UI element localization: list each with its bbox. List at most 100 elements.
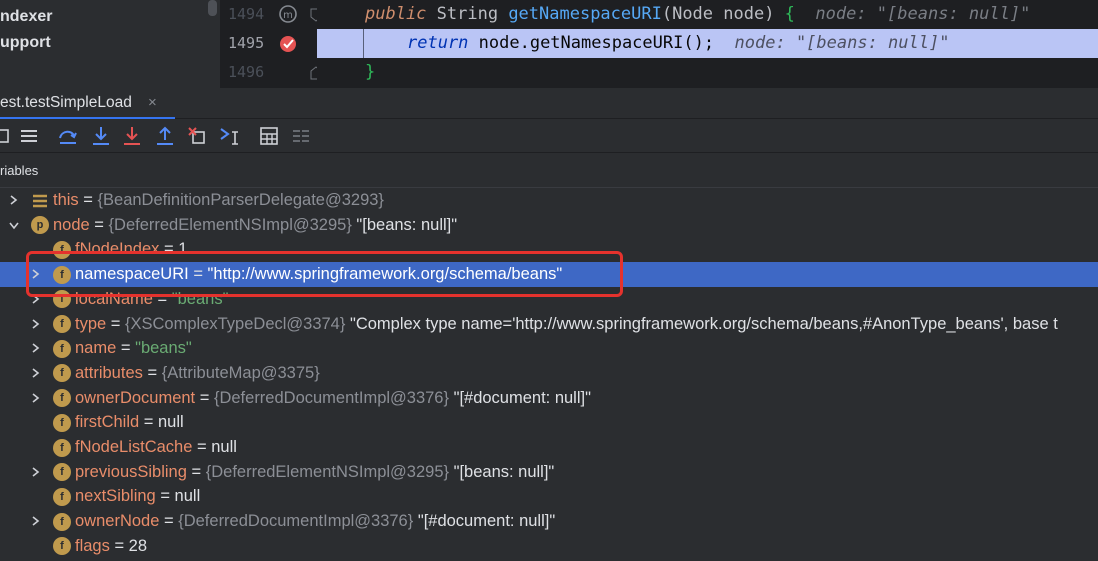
step-over-icon[interactable] xyxy=(56,124,80,148)
code-editor: ndexer upport 1494 1495 1496 m public St… xyxy=(0,0,1098,88)
variable-text: previousSibling = {DeferredElementNSImpl… xyxy=(75,460,554,485)
variable-name: ownerDocument xyxy=(75,388,196,407)
variable-value: "[beans: null]" xyxy=(449,462,555,481)
chevron-right-icon[interactable] xyxy=(30,386,42,410)
debug-tab-bar: est.testSimpleLoad × xyxy=(0,88,1098,120)
equals: = xyxy=(139,413,158,432)
project-tree: ndexer upport xyxy=(0,0,220,88)
line-number: 1495 xyxy=(228,34,265,52)
variables-title: riables xyxy=(0,163,39,178)
project-item[interactable]: ndexer xyxy=(0,8,52,26)
method-breakpoint-icon[interactable]: m xyxy=(278,4,298,24)
variable-row-nextsibling[interactable]: f nextSibling = null xyxy=(0,484,1098,509)
chevron-down-icon[interactable] xyxy=(8,213,20,237)
variable-text: fNodeIndex = 1 xyxy=(75,237,187,262)
variable-value: "beans" xyxy=(171,289,229,308)
variable-row-type[interactable]: f type = {XSComplexTypeDecl@3374} "Compl… xyxy=(0,312,1098,337)
line-number: 1496 xyxy=(228,63,265,81)
variable-row-flags[interactable]: f flags = 28 xyxy=(0,534,1098,559)
field-icon: f xyxy=(53,487,71,506)
chevron-right-icon[interactable] xyxy=(30,262,42,286)
current-execution-line[interactable]: return node.getNamespaceURI(); node: "[b… xyxy=(317,29,1098,58)
chevron-right-icon[interactable] xyxy=(8,188,20,212)
code-line[interactable]: public String getNamespaceURI(Node node)… xyxy=(317,0,1098,29)
variable-row-firstchild[interactable]: f firstChild = null xyxy=(0,410,1098,435)
trace-stream-icon[interactable] xyxy=(289,124,313,148)
brace: } xyxy=(365,62,376,82)
equals: = xyxy=(78,191,98,209)
variable-value: "[beans: null]" xyxy=(351,215,458,234)
variable-value: "http://www.springframework.org/schema/b… xyxy=(207,265,563,284)
equals: = xyxy=(195,388,214,407)
variable-name: ownerNode xyxy=(75,512,160,531)
variable-row-this[interactable]: this = {BeanDefinitionParserDelegate@329… xyxy=(0,188,1098,213)
variable-text: node = {DeferredElementNSImpl@3295} "[be… xyxy=(53,213,457,238)
variable-text: ownerDocument = {DeferredDocumentImpl@33… xyxy=(75,386,591,411)
variable-row-fnodeindex[interactable]: f fNodeIndex = 1 xyxy=(0,237,1098,262)
equals: = xyxy=(152,289,172,308)
debug-toolbar xyxy=(0,119,1098,153)
parameter-icon: p xyxy=(31,216,49,235)
variable-type: {BeanDefinitionParserDelegate@3293} xyxy=(97,191,384,209)
variable-row-ownernode[interactable]: f ownerNode = {DeferredDocumentImpl@3376… xyxy=(0,509,1098,534)
code-line[interactable]: } xyxy=(317,58,1098,87)
variables-tree[interactable]: this = {BeanDefinitionParserDelegate@329… xyxy=(0,188,1098,561)
field-icon: f xyxy=(53,389,71,408)
variable-value: "beans" xyxy=(135,339,192,358)
field-icon: f xyxy=(53,339,71,358)
step-into-icon[interactable] xyxy=(89,124,113,148)
variable-row-node[interactable]: p node = {DeferredElementNSImpl@3295} "[… xyxy=(0,213,1098,238)
field-icon: f xyxy=(53,265,71,284)
variable-name: nextSibling xyxy=(75,487,156,506)
project-item[interactable]: upport xyxy=(0,34,51,52)
step-out-icon[interactable] xyxy=(153,124,177,148)
chevron-right-icon[interactable] xyxy=(30,336,42,360)
equals: = xyxy=(106,314,125,333)
variable-value: null xyxy=(211,438,237,456)
code-area[interactable]: public String getNamespaceURI(Node node)… xyxy=(317,0,1098,88)
variable-row-localname[interactable]: f localName = "beans" xyxy=(0,287,1098,312)
partial-icon[interactable] xyxy=(0,124,14,148)
variable-name: localName xyxy=(75,289,153,308)
equals: = xyxy=(89,215,109,234)
variable-row-namespaceuri[interactable]: f namespaceURI = "http://www.springframe… xyxy=(0,262,1098,287)
chevron-right-icon[interactable] xyxy=(30,287,42,311)
code-text: node.getNamespaceURI(); xyxy=(468,33,715,53)
chevron-right-icon[interactable] xyxy=(30,460,42,484)
variable-text: flags = 28 xyxy=(75,534,147,559)
chevron-right-icon[interactable] xyxy=(30,361,42,385)
close-icon[interactable]: × xyxy=(148,94,157,111)
equals: = xyxy=(155,487,175,506)
code-text: String xyxy=(426,4,509,24)
variable-name: fNodeIndex xyxy=(75,240,160,259)
variable-name: this xyxy=(53,191,79,209)
variable-type: {DeferredDocumentImpl@3376} xyxy=(178,512,414,531)
variable-row-previoussibling[interactable]: f previousSibling = {DeferredElementNSIm… xyxy=(0,460,1098,485)
keyword: public xyxy=(365,4,427,24)
drop-frame-icon[interactable] xyxy=(185,124,209,148)
variable-row-attributes[interactable]: f attributes = {AttributeMap@3375} xyxy=(0,361,1098,386)
code-text: (Node node) xyxy=(661,4,785,24)
method-name: getNamespaceURI xyxy=(508,4,662,24)
run-to-cursor-icon[interactable] xyxy=(218,124,242,148)
force-step-into-icon[interactable] xyxy=(120,124,144,148)
equals: = xyxy=(116,339,136,358)
variable-name: flags xyxy=(75,536,110,555)
tab-test-simple-load[interactable]: est.testSimpleLoad × xyxy=(0,88,175,120)
equals: = xyxy=(188,265,208,284)
chevron-right-icon[interactable] xyxy=(30,312,42,336)
restore-layout-icon[interactable] xyxy=(17,124,41,148)
keyword: return xyxy=(407,33,469,53)
evaluate-expression-icon[interactable] xyxy=(257,124,281,148)
variables-header: riables xyxy=(0,153,1098,188)
variable-row-name[interactable]: f name = "beans" xyxy=(0,336,1098,361)
inline-value-hint: node: "[beans: null]" xyxy=(794,4,1031,24)
variable-type: {AttributeMap@3375} xyxy=(161,363,320,382)
variable-row-fnodelistcache[interactable]: f fNodeListCache = null xyxy=(0,435,1098,460)
variable-row-ownerdocument[interactable]: f ownerDocument = {DeferredDocumentImpl@… xyxy=(0,386,1098,411)
field-icon: f xyxy=(53,290,71,309)
chevron-right-icon[interactable] xyxy=(30,509,42,533)
variable-type: {XSComplexTypeDecl@3374} xyxy=(125,314,346,333)
breakpoint-icon[interactable] xyxy=(278,33,298,53)
project-scrollbar[interactable] xyxy=(208,0,217,16)
